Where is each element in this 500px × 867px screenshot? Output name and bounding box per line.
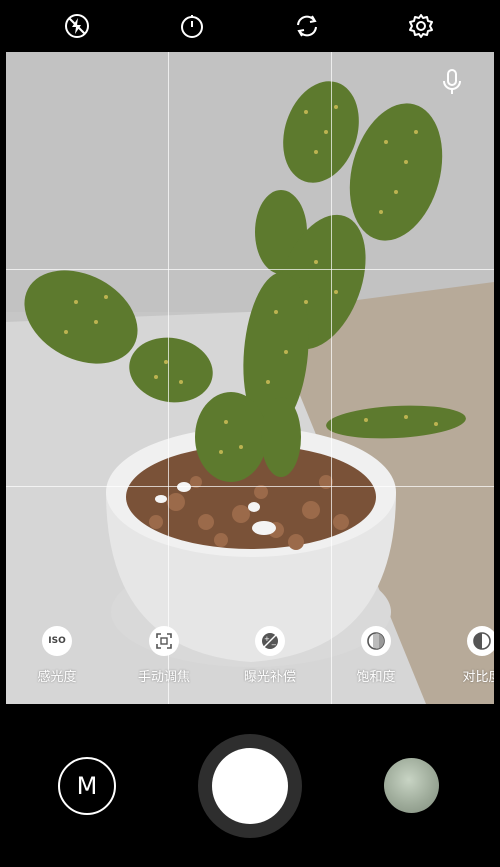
mode-iso[interactable]: ISO 感光度 [17, 626, 97, 685]
manual-mode-label: M [76, 772, 98, 800]
saturation-icon [361, 626, 391, 656]
mode-exposure[interactable]: + − 曝光补偿 [230, 626, 310, 685]
shutter-button-ring[interactable] [198, 734, 302, 838]
mode-label: 感光度 [37, 670, 77, 685]
mode-label: 手动调焦 [137, 670, 190, 685]
camera-preview-image [6, 52, 494, 704]
iso-icon: ISO [42, 626, 72, 656]
switch-camera-icon[interactable] [291, 10, 323, 42]
bottom-controls: M [0, 704, 500, 867]
flash-off-icon[interactable] [61, 10, 93, 42]
mode-label: 饱和度 [356, 670, 396, 685]
manual-focus-icon [149, 626, 179, 656]
shutter-button[interactable] [212, 748, 288, 824]
pro-mode-options: ISO 感光度 手动调焦 +− 曝光补偿 饱和度 对比度 [6, 626, 494, 696]
microphone-icon[interactable] [440, 68, 464, 96]
mode-label: 曝光补偿 [243, 670, 296, 685]
gallery-thumbnail[interactable] [384, 758, 439, 813]
exposure-compensation-icon: + − [255, 626, 285, 656]
settings-icon[interactable] [405, 10, 437, 42]
mode-contrast[interactable]: 对比度 [442, 626, 494, 685]
contrast-icon [467, 626, 494, 656]
mode-manual-focus[interactable]: 手动调焦 [124, 626, 204, 685]
grid-line-horizontal [6, 269, 494, 270]
grid-line-vertical [168, 52, 169, 704]
manual-mode-button[interactable]: M [58, 757, 116, 815]
svg-text:+: + [264, 635, 270, 643]
mode-saturation[interactable]: 饱和度 [336, 626, 416, 685]
grid-line-horizontal [6, 486, 494, 487]
timer-icon[interactable] [176, 10, 208, 42]
camera-viewfinder[interactable]: ISO 感光度 手动调焦 +− 曝光补偿 饱和度 对比度 [6, 52, 494, 704]
iso-badge-text: ISO [48, 636, 66, 646]
mode-label: 对比度 [462, 670, 494, 685]
top-toolbar [0, 0, 500, 52]
svg-text:−: − [271, 641, 277, 649]
grid-line-vertical [331, 52, 332, 704]
